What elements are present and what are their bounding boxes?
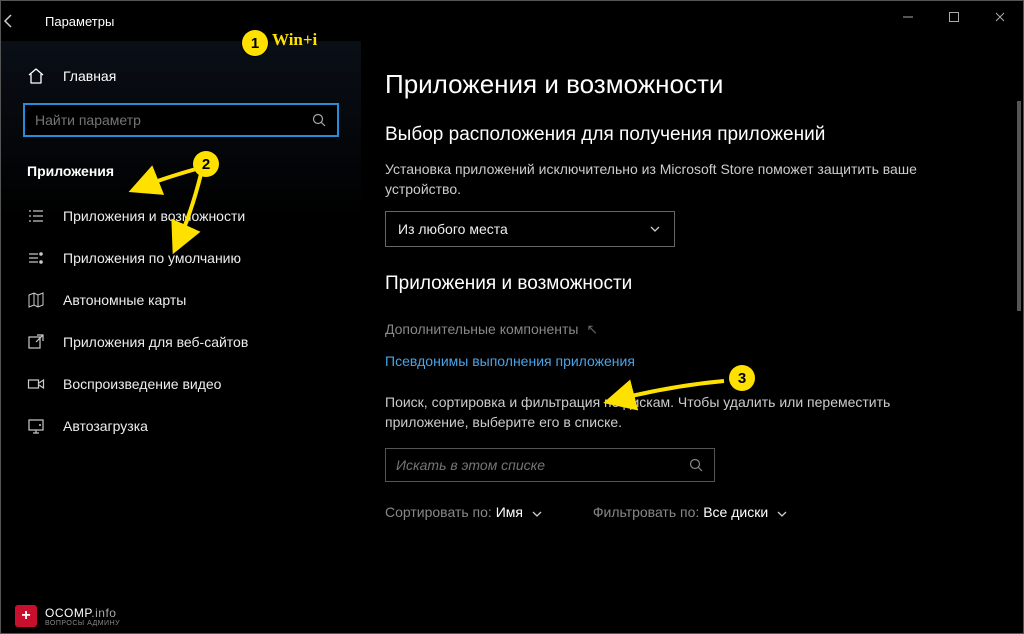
minimize-button[interactable] [885, 1, 931, 33]
video-icon [27, 375, 45, 393]
sidebar-home[interactable]: Главная [1, 59, 361, 103]
settings-window: Параметры Главная Приложения Приложения … [0, 0, 1024, 634]
section-title-apps: Приложения и возможности [385, 273, 995, 295]
maximize-button[interactable] [931, 1, 977, 33]
filter-by-dropdown[interactable]: Фильтровать по: Все диски [593, 504, 788, 520]
sidebar-item-label: Приложения для веб-сайтов [63, 334, 248, 350]
map-icon [27, 291, 45, 309]
home-icon [27, 67, 45, 85]
sidebar-item-video[interactable]: Воспроизведение видео [1, 363, 361, 405]
app-filter-input[interactable] [396, 457, 689, 473]
sidebar-item-offline-maps[interactable]: Автономные карты [1, 279, 361, 321]
sort-by-dropdown[interactable]: Сортировать по: Имя [385, 504, 543, 520]
chevron-down-icon [776, 508, 788, 520]
cursor-icon: ↖ [586, 321, 598, 337]
list-icon [27, 207, 45, 225]
sidebar-item-label: Автозагрузка [63, 418, 148, 434]
scrollbar[interactable] [1017, 101, 1021, 311]
annotation-badge-2: 2 [193, 151, 219, 177]
sidebar: Главная Приложения Приложения и возможно… [1, 41, 361, 633]
sidebar-home-label: Главная [63, 68, 116, 84]
sidebar-item-label: Автономные карты [63, 292, 186, 308]
sidebar-item-default-apps[interactable]: Приложения по умолчанию [1, 237, 361, 279]
execution-aliases-link[interactable]: Псевдонимы выполнения приложения [385, 353, 635, 369]
annotation-label-1: Win+i [272, 30, 317, 50]
chevron-down-icon [531, 508, 543, 520]
watermark-badge-icon: + [15, 605, 37, 627]
export-icon [27, 333, 45, 351]
search-input[interactable] [35, 112, 312, 128]
annotation-badge-1: 1 [242, 30, 268, 56]
app-source-combo[interactable]: Из любого места [385, 211, 675, 247]
main-content: Приложения и возможности Выбор расположе… [361, 41, 1023, 633]
combo-value: Из любого места [398, 221, 508, 237]
section-desc-source: Установка приложений исключительно из Mi… [385, 160, 945, 199]
titlebar: Параметры [1, 1, 1023, 41]
sidebar-item-label: Приложения по умолчанию [63, 250, 241, 266]
window-controls [885, 1, 1023, 33]
window-title: Параметры [41, 14, 114, 29]
optional-features-link[interactable]: Дополнительные компоненты ↖ [385, 321, 598, 338]
sidebar-item-web-apps[interactable]: Приложения для веб-сайтов [1, 321, 361, 363]
sidebar-category: Приложения [1, 155, 361, 195]
app-filter-input-wrapper[interactable] [385, 448, 715, 482]
search-icon [312, 113, 327, 128]
startup-icon [27, 417, 45, 435]
sidebar-item-label: Воспроизведение видео [63, 376, 221, 392]
annotation-badge-3: 3 [729, 365, 755, 391]
search-icon [689, 458, 704, 473]
search-input-wrapper[interactable] [23, 103, 339, 137]
sidebar-item-startup[interactable]: Автозагрузка [1, 405, 361, 447]
defaults-icon [27, 249, 45, 267]
watermark: + OCOMP.info ВОПРОСЫ АДМИНУ [15, 605, 120, 627]
section-title-source: Выбор расположения для получения приложе… [385, 124, 995, 146]
sort-filter-row: Сортировать по: Имя Фильтровать по: Все … [385, 504, 995, 520]
close-button[interactable] [977, 1, 1023, 33]
chevron-down-icon [648, 222, 662, 236]
filter-desc: Поиск, сортировка и фильтрация по дискам… [385, 393, 945, 432]
sidebar-item-apps-features[interactable]: Приложения и возможности [1, 195, 361, 237]
page-title: Приложения и возможности [385, 69, 995, 100]
sidebar-item-label: Приложения и возможности [63, 208, 245, 224]
back-button[interactable] [1, 13, 41, 29]
